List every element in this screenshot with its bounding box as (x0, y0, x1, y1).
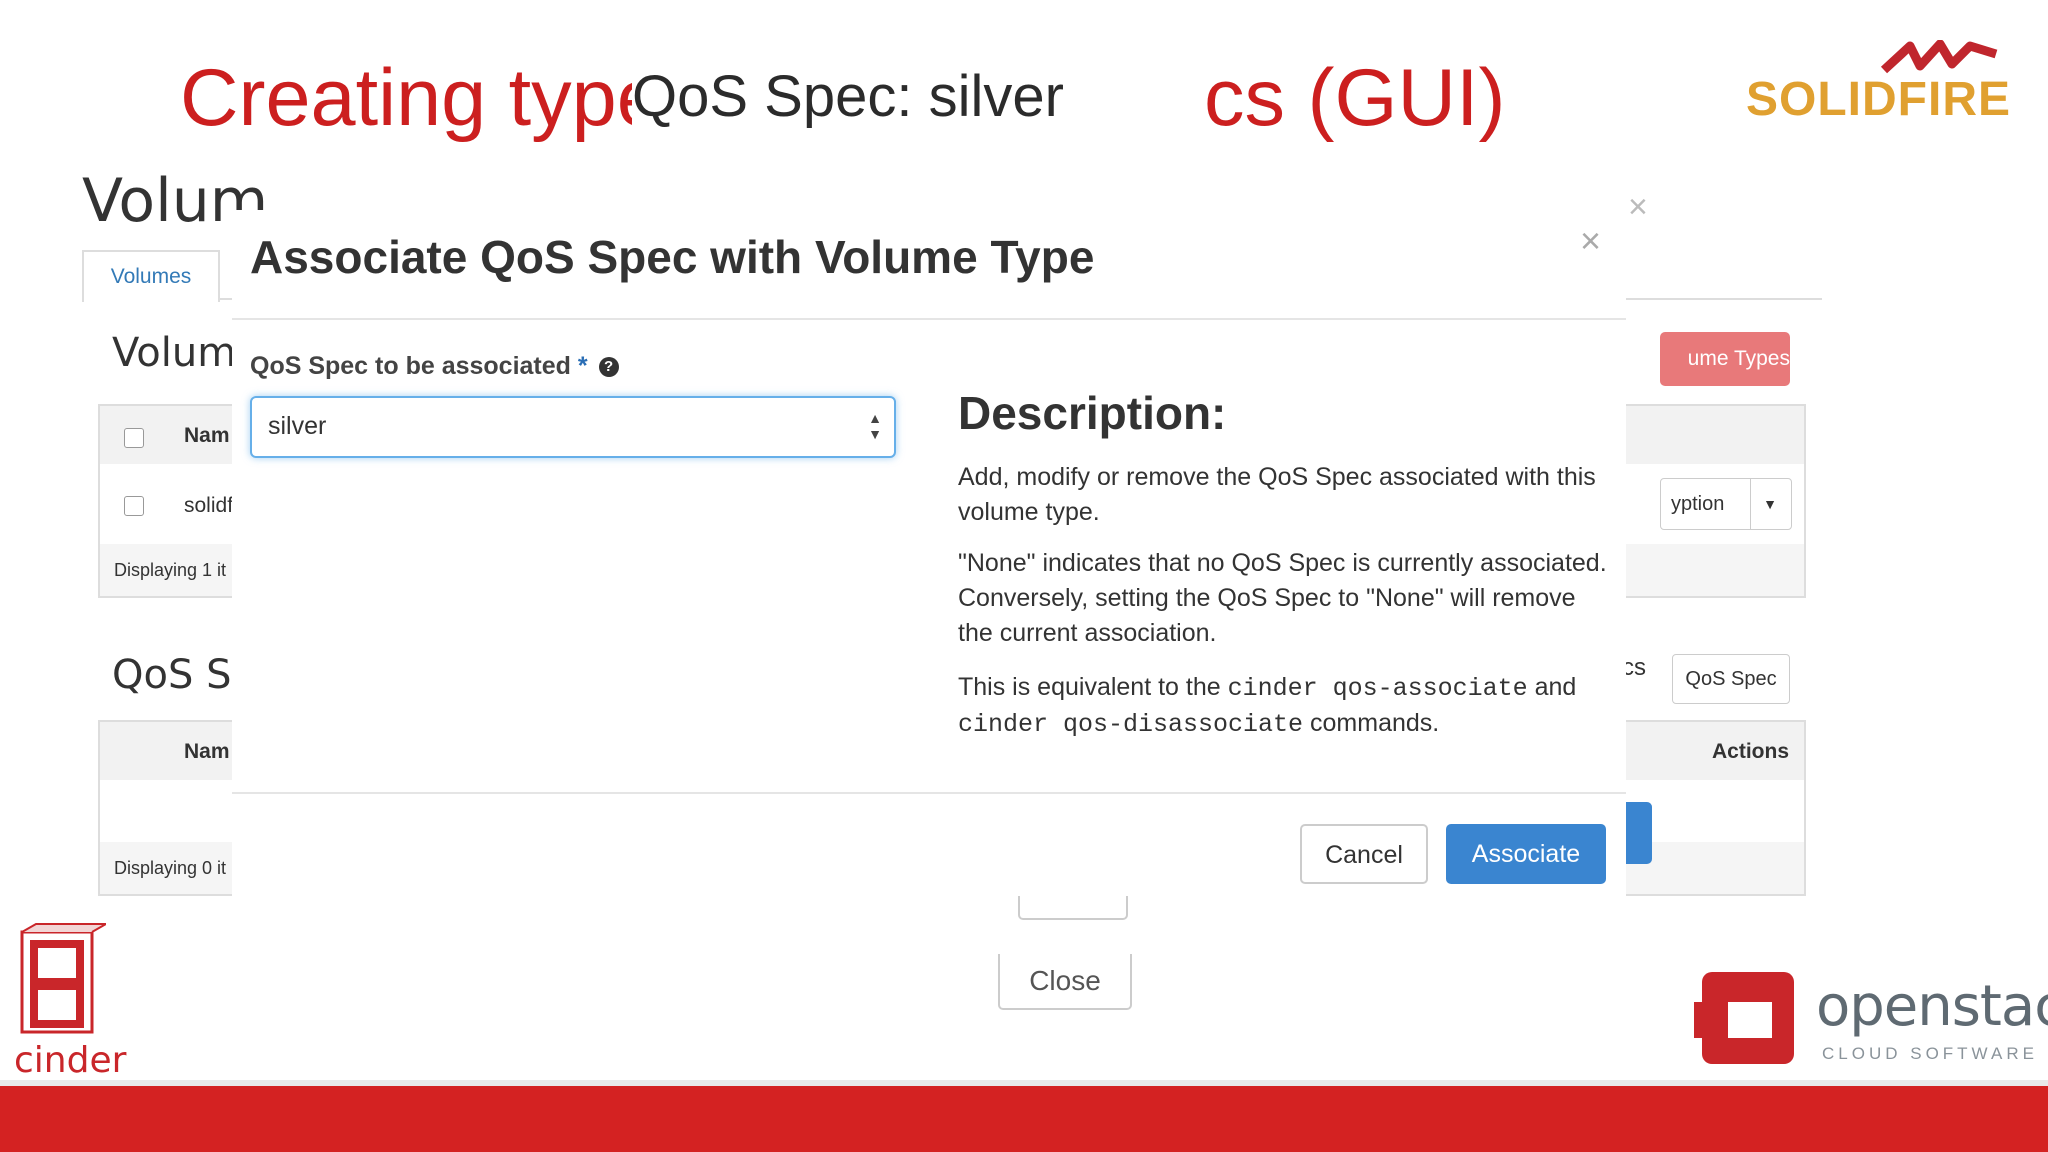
command-qos-associate: cinder qos-associate (1227, 674, 1528, 703)
row-actions-button[interactable]: yption ▼ (1660, 478, 1792, 530)
cancel-button[interactable]: Cancel (1300, 824, 1428, 884)
required-marker: * (577, 352, 588, 380)
qos-spec-select-value: silver (268, 412, 327, 440)
cinder-block-icon (20, 923, 110, 1034)
openstack-logo: openstack CLOUD SOFTWARE (1690, 966, 2048, 1076)
openstack-cube-icon (1694, 972, 1794, 1064)
command-qos-disassociate: cinder qos-disassociate (958, 710, 1304, 739)
qos-spec-field-label-text: QoS Spec to be associated (250, 352, 571, 380)
create-qos-spec-button[interactable]: QoS Spec (1672, 654, 1790, 704)
modal-header: Associate QoS Spec with Volume Type × (232, 210, 1626, 320)
select-updown-icon: ▲ ▼ (868, 410, 882, 442)
select-all-checkbox[interactable] (124, 428, 144, 448)
slide-title-right: cs (GUI) (1204, 53, 1506, 143)
chevron-down-icon[interactable]: ▼ (1750, 479, 1777, 529)
close-icon[interactable]: × (1580, 220, 1601, 262)
modal-title: Associate QoS Spec with Volume Type (250, 231, 1095, 283)
associate-qos-modal: Associate QoS Spec with Volume Type × Qo… (232, 210, 1626, 896)
tab-volumes[interactable]: Volumes (82, 250, 220, 302)
column-header-name: Nam (184, 424, 230, 447)
table-footer-count: Displaying 0 it (114, 858, 227, 878)
slide-title-left: Creating type (180, 53, 662, 143)
qos-spec-field-label: QoS Spec to be associated * ? (250, 352, 619, 381)
description-p3-mid: and (1527, 673, 1577, 701)
background-close-icon[interactable]: × (1628, 188, 1648, 227)
create-volume-type-button[interactable]: ume Types (1660, 332, 1790, 386)
associate-button[interactable]: Associate (1446, 824, 1606, 884)
row-checkbox[interactable] (124, 496, 144, 516)
description-p3-post: commands. (1303, 709, 1440, 737)
question-circle-icon[interactable]: ? (598, 357, 619, 378)
openstack-logo-subtitle: CLOUD SOFTWARE (1822, 1044, 2038, 1063)
description-paragraph-2: "None" indicates that no QoS Spec is cur… (958, 549, 1607, 647)
openstack-logo-text: openstack (1816, 974, 2048, 1039)
modal-footer-divider (232, 792, 1626, 794)
footer-red-bar (0, 1086, 2048, 1152)
cinder-logo: cinder (14, 922, 127, 1082)
description-title: Description: (958, 387, 1227, 439)
row-actions-label: yption (1671, 493, 1725, 515)
overlay-title: QoS Spec: silver (632, 52, 1132, 142)
description-paragraph-3: This is equivalent to the cinder qos-ass… (958, 670, 1608, 742)
cinder-logo-text: cinder (14, 1040, 127, 1081)
background-close-button[interactable]: Close (998, 954, 1132, 1010)
solidfire-logo-text: SOLIDFIRE (1746, 73, 2012, 126)
background-button-stub (1018, 894, 1128, 920)
table-footer-count: Displaying 1 it (114, 560, 227, 580)
solidfire-mark-icon (1880, 40, 1998, 74)
description-paragraph-1: Add, modify or remove the QoS Spec assoc… (958, 463, 1596, 526)
column-header-actions: Actions (1712, 740, 1790, 763)
column-header-name: Nam (184, 740, 230, 763)
qos-spec-select[interactable]: silver ▲ ▼ (250, 396, 896, 458)
table-row-name: solidf (184, 494, 234, 517)
solidfire-logo: SOLIDFIRE (1746, 40, 2010, 130)
description-p3-pre: This is equivalent to the (958, 673, 1228, 701)
